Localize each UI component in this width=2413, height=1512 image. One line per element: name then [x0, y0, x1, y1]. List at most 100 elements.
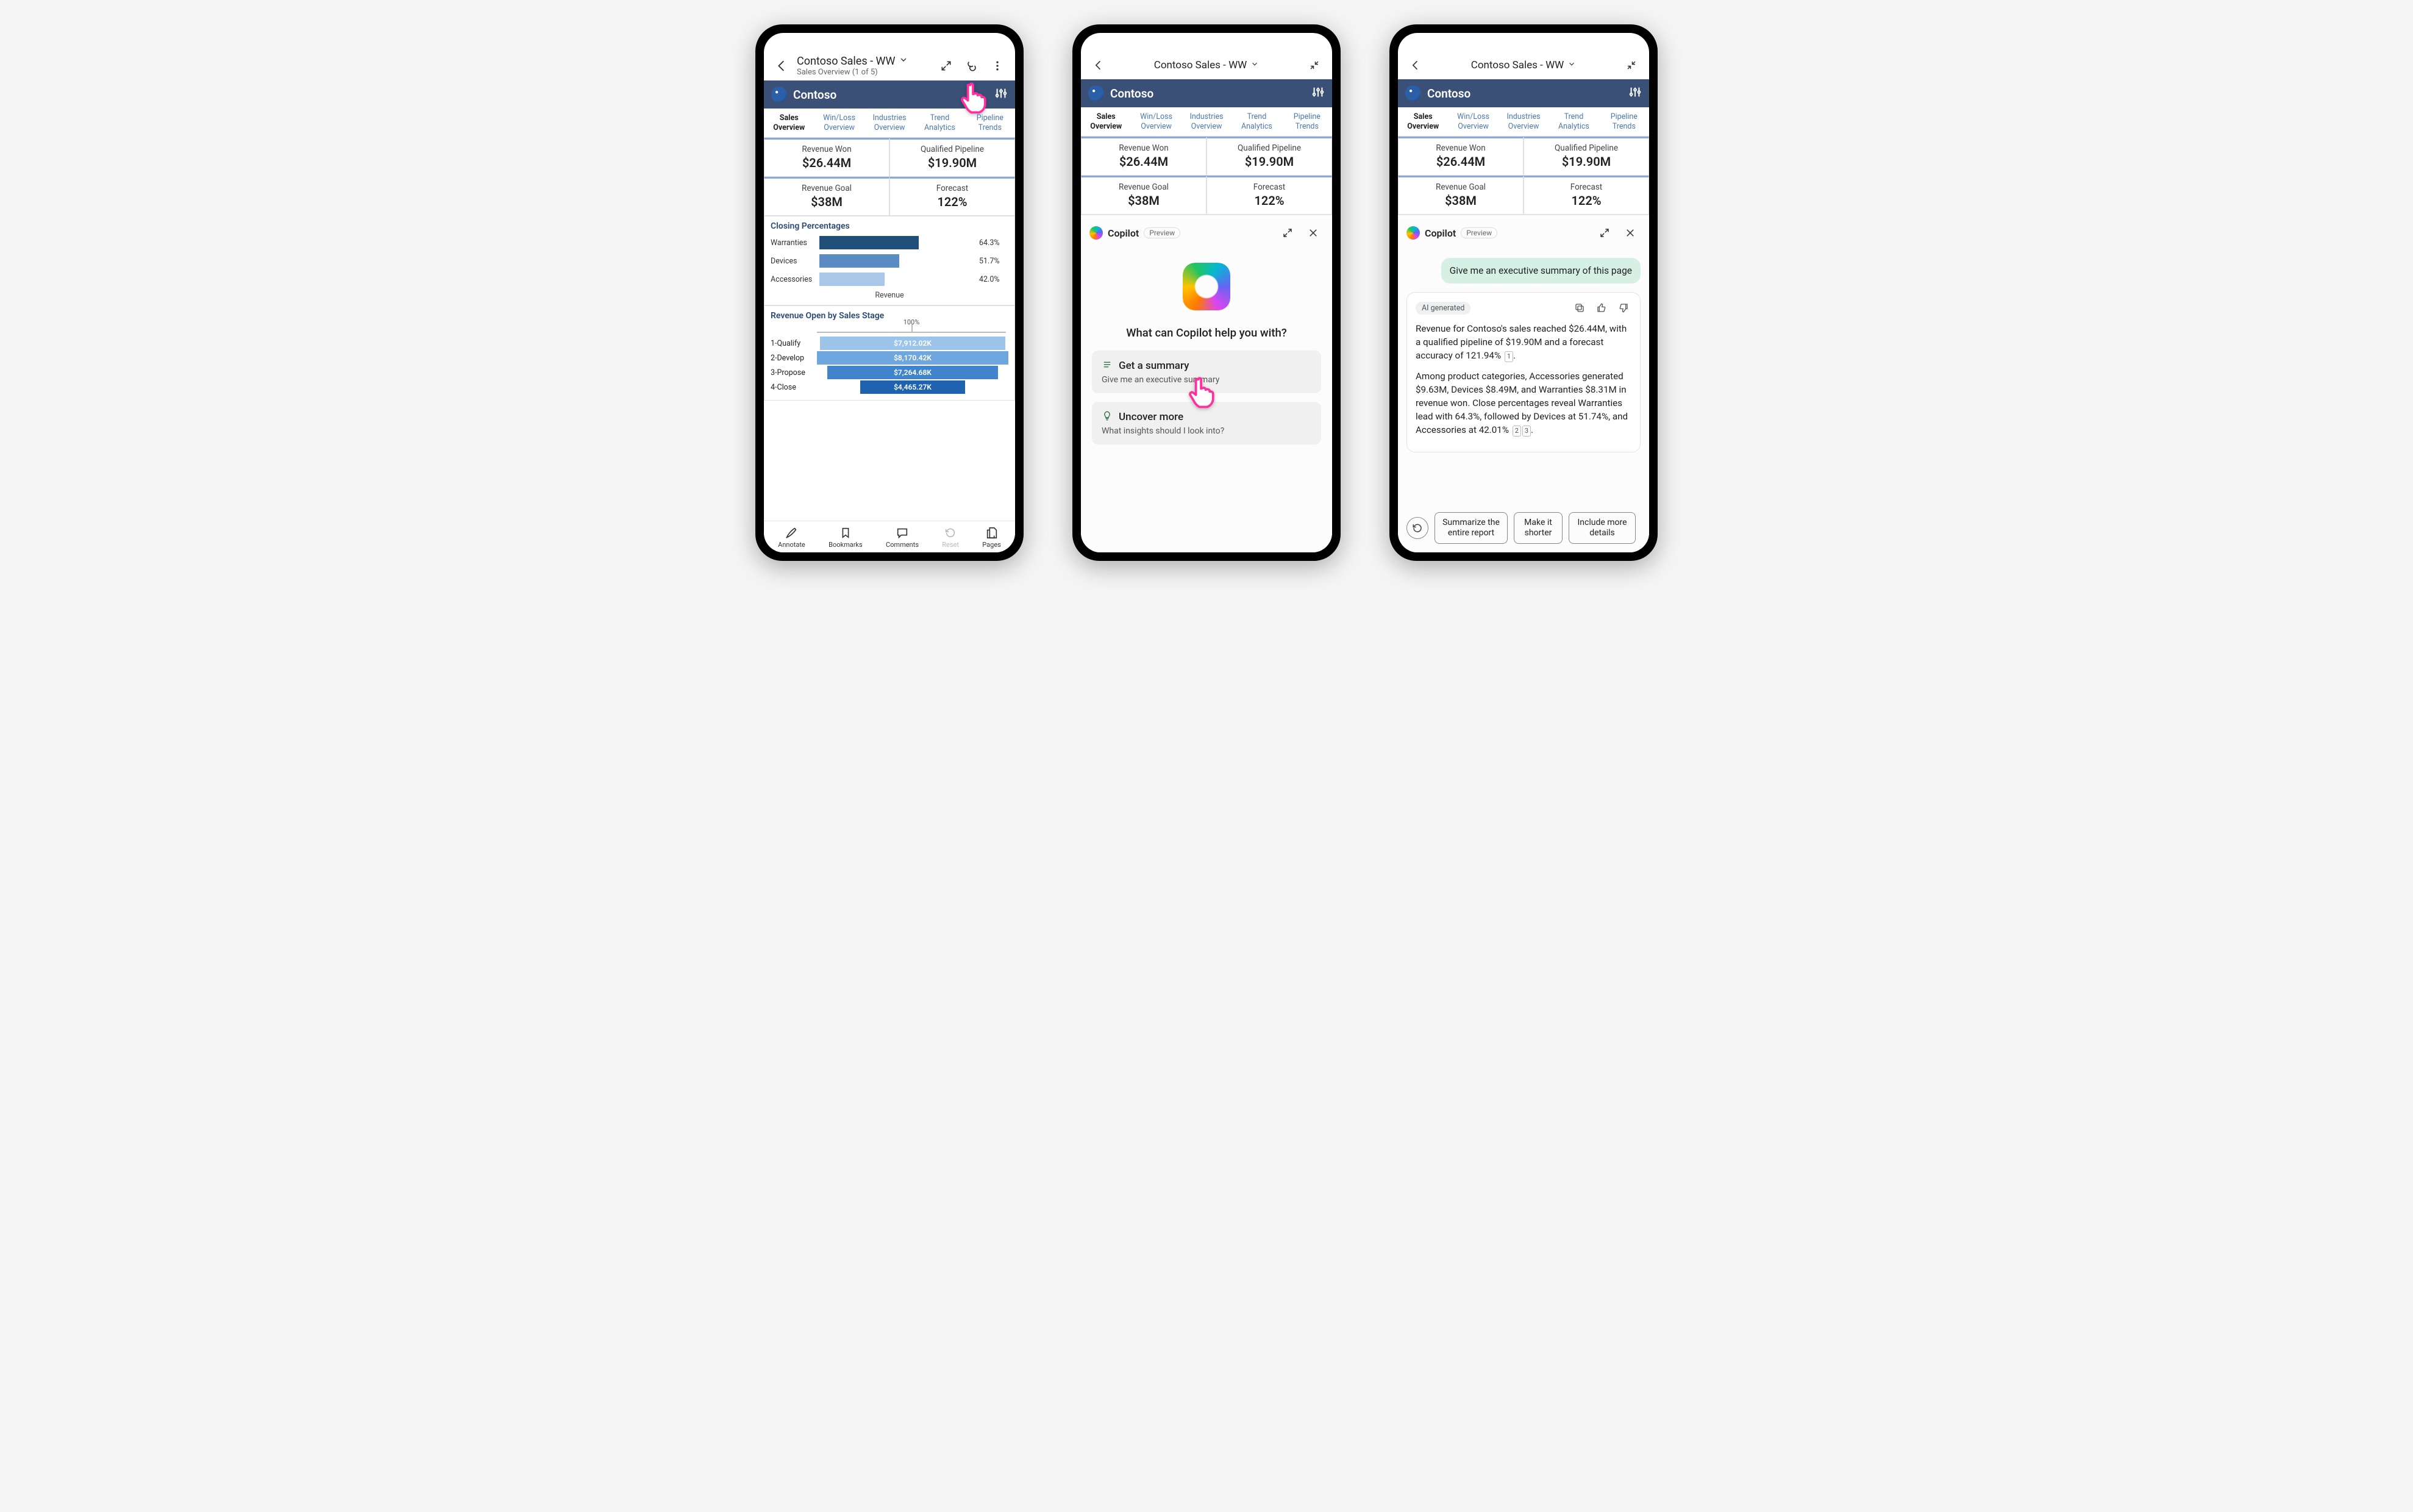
tab-pipeline[interactable]: PipelineTrends	[965, 109, 1015, 137]
chip-summarize-report[interactable]: Summarize the entire report	[1435, 512, 1508, 544]
copilot-logo-icon	[1406, 226, 1420, 240]
citation[interactable]: 1	[1505, 351, 1513, 362]
stage-bar: $7,912.02K	[820, 337, 1005, 350]
phone-frame-2: Contoso Sales - WW Contoso SalesOverview…	[1072, 24, 1341, 561]
back-button[interactable]	[1405, 55, 1426, 76]
more-button[interactable]	[987, 55, 1008, 76]
stage-row: 3-Propose $7,264.68K	[771, 366, 1008, 379]
reset-button[interactable]: Reset	[942, 526, 959, 549]
brand-banner: Contoso	[764, 80, 1015, 109]
suggestion-subtitle: Give me an executive summary	[1102, 375, 1311, 385]
citation[interactable]: 3	[1522, 426, 1531, 437]
kpi-label: Revenue Goal	[1401, 182, 1520, 192]
kpi-label: Revenue Goal	[767, 184, 886, 193]
chevron-down-icon[interactable]	[1567, 59, 1576, 71]
stage-bar: $4,465.27K	[860, 380, 965, 394]
report-tabs: SalesOverviewWin/LossOverviewIndustriesO…	[1398, 107, 1649, 137]
copilot-button[interactable]	[961, 55, 982, 76]
tab-sales[interactable]: SalesOverview	[1081, 107, 1131, 136]
x-axis-label: Revenue	[771, 291, 1008, 300]
kpi-label: Qualified Pipeline	[1210, 143, 1329, 153]
tab-win-loss[interactable]: Win/LossOverview	[1131, 107, 1181, 136]
filter-sliders-button[interactable]	[994, 87, 1008, 102]
brand-banner: Contoso	[1081, 79, 1332, 107]
stage-bar: $7,264.68K	[827, 366, 997, 379]
collapse-button[interactable]	[1304, 55, 1325, 76]
kpi-revenue-goal: Revenue Goal $38M	[764, 177, 889, 216]
copilot-panel: Copilot Preview What can Copilot help yo…	[1081, 215, 1332, 552]
kpi-value: $19.90M	[1210, 154, 1329, 169]
ai-response-text: Revenue for Contoso's sales reached $26.…	[1416, 322, 1631, 437]
tab-win-loss[interactable]: Win/LossOverview	[1448, 107, 1498, 136]
expand-button[interactable]	[1277, 223, 1298, 243]
suggestion-get-summary[interactable]: Get a summary Give me an executive summa…	[1092, 351, 1321, 393]
collapse-button[interactable]	[1621, 55, 1642, 76]
expand-button[interactable]	[936, 55, 957, 76]
kpi-forecast: Forecast 122%	[889, 177, 1015, 216]
bar-value: 42.0%	[979, 275, 1008, 284]
kpi-label: Forecast	[1210, 182, 1329, 192]
suggestion-uncover-more[interactable]: Uncover more What insights should I look…	[1092, 402, 1321, 444]
bookmarks-button[interactable]: Bookmarks	[829, 526, 863, 549]
filter-sliders-button[interactable]	[1628, 85, 1642, 101]
tab-pipeline[interactable]: PipelineTrends	[1599, 107, 1649, 136]
chip-include-details[interactable]: Include more details	[1569, 512, 1636, 544]
kpi-value: $19.90M	[893, 155, 1012, 170]
close-button[interactable]	[1620, 223, 1641, 243]
kpi-revenue-goal: Revenue Goal $38M	[1398, 176, 1524, 215]
tab-sales[interactable]: SalesOverview	[1398, 107, 1448, 136]
tab-win-loss[interactable]: Win/LossOverview	[814, 109, 864, 137]
chevron-down-icon[interactable]	[1250, 59, 1259, 71]
annotate-button[interactable]: Annotate	[778, 526, 805, 549]
tab-industries[interactable]: IndustriesOverview	[1499, 107, 1549, 136]
copilot-panel: Copilot Preview Give me an executive sum…	[1398, 215, 1649, 552]
kpi-label: Revenue Goal	[1084, 182, 1203, 192]
stage-label: 4-Close	[771, 383, 813, 392]
tab-trend[interactable]: TrendAnalytics	[1231, 107, 1281, 136]
kpi-revenue-won: Revenue Won $26.44M	[1081, 137, 1206, 176]
bar-value: 64.3%	[979, 238, 1008, 248]
chart-title: Closing Percentages	[771, 221, 1008, 231]
filter-sliders-button[interactable]	[1311, 85, 1325, 101]
bottom-toolbar: Annotate Bookmarks Comments Reset Pages	[764, 521, 1015, 552]
tab-trend[interactable]: TrendAnalytics	[914, 109, 964, 137]
suggestion-subtitle: What insights should I look into?	[1102, 426, 1311, 436]
citation[interactable]: 2	[1513, 426, 1521, 437]
back-button[interactable]	[771, 55, 792, 76]
pages-button[interactable]: Pages	[982, 526, 1001, 549]
tab-industries[interactable]: IndustriesOverview	[1182, 107, 1231, 136]
tab-industries[interactable]: IndustriesOverview	[864, 109, 914, 137]
tab-pipeline[interactable]: PipelineTrends	[1282, 107, 1332, 136]
bar-fill	[819, 273, 885, 286]
back-button[interactable]	[1088, 55, 1109, 76]
tab-trend[interactable]: TrendAnalytics	[1549, 107, 1599, 136]
copilot-title: Copilot	[1425, 227, 1456, 239]
kpi-value: $26.44M	[1401, 154, 1520, 169]
tab-sales[interactable]: SalesOverview	[764, 109, 814, 137]
kpi-value: 122%	[1527, 193, 1646, 208]
refresh-button[interactable]	[1406, 517, 1428, 539]
kpi-label: Forecast	[893, 184, 1012, 193]
comments-button[interactable]: Comments	[886, 526, 919, 549]
bar-fill	[819, 254, 899, 268]
preview-badge: Preview	[1144, 227, 1180, 238]
bar-category: Devices	[771, 257, 814, 266]
report-title[interactable]: Contoso Sales - WW	[797, 55, 895, 68]
copy-button[interactable]	[1572, 300, 1588, 316]
report-title[interactable]: Contoso Sales - WW	[1471, 59, 1564, 71]
kpi-label: Qualified Pipeline	[1527, 143, 1646, 153]
bar-value: 51.7%	[979, 257, 1008, 266]
thumbs-down-button[interactable]	[1616, 300, 1631, 316]
ai-generated-badge: AI generated	[1416, 302, 1470, 315]
brand-logo-icon	[1405, 85, 1421, 101]
kpi-label: Forecast	[1527, 182, 1646, 192]
kpi-label: Revenue Won	[1401, 143, 1520, 153]
expand-button[interactable]	[1594, 223, 1615, 243]
close-button[interactable]	[1303, 223, 1324, 243]
report-subtitle: Sales Overview (1 of 5)	[797, 68, 931, 77]
kpi-qualified-pipeline: Qualified Pipeline $19.90M	[889, 138, 1015, 177]
thumbs-up-button[interactable]	[1594, 300, 1609, 316]
chip-make-shorter[interactable]: Make it shorter	[1514, 512, 1563, 544]
chevron-down-icon[interactable]	[899, 55, 908, 68]
report-title[interactable]: Contoso Sales - WW	[1154, 59, 1247, 71]
